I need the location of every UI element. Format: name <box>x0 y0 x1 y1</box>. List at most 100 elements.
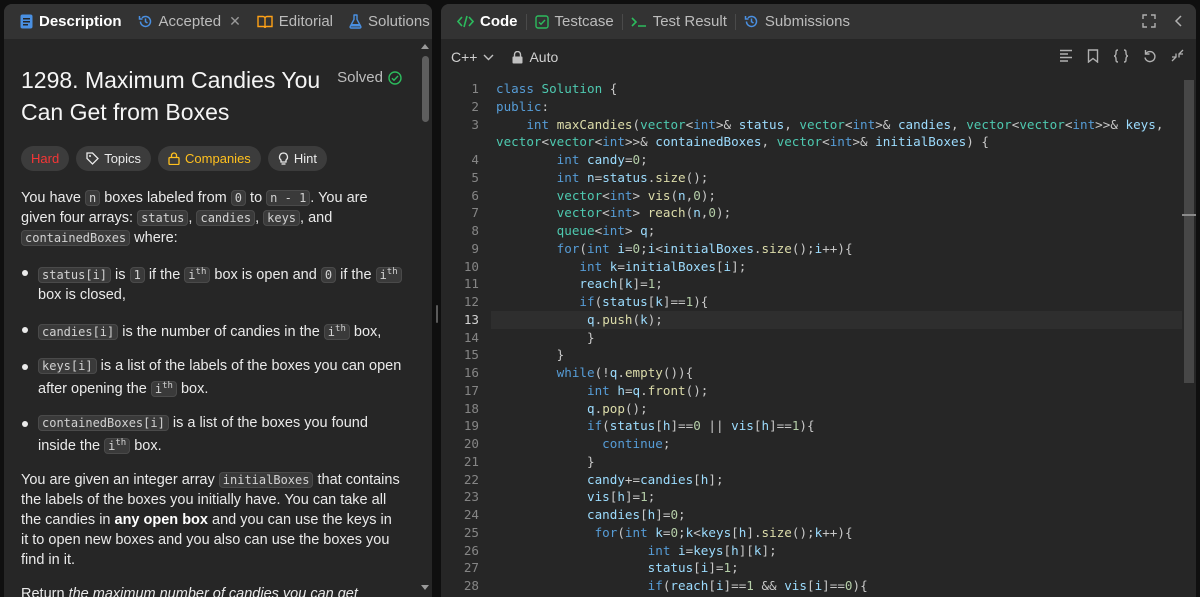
tab-submissions[interactable]: Submissions <box>736 4 858 39</box>
line-number: 11 <box>463 276 479 292</box>
code-line[interactable]: 25 for(int k=0;k<keys[h].size();k++){ <box>441 524 1196 542</box>
tab-code[interactable]: Code <box>449 4 526 39</box>
code-text[interactable]: for(int i=0;i<initialBoxes.size();i++){ <box>496 240 853 258</box>
code-line[interactable]: 23 vis[h]=1; <box>441 488 1196 506</box>
close-icon[interactable]: ✕ <box>229 13 241 30</box>
code-text[interactable]: while(!q.empty()){ <box>496 364 694 382</box>
code-text[interactable]: vector<int> reach(n,0); <box>496 204 731 222</box>
topics-button[interactable]: Topics <box>76 146 152 171</box>
code-line[interactable]: vector<vector<int>>& containedBoxes, vec… <box>441 133 1196 151</box>
tab-accepted[interactable]: Accepted ✕ <box>130 4 249 39</box>
code-text[interactable]: } <box>496 453 595 471</box>
code-text[interactable]: if(status[k]==1){ <box>496 293 708 311</box>
code-line[interactable]: 11 reach[k]=1; <box>441 275 1196 293</box>
tab-label: Description <box>39 13 122 30</box>
code-text[interactable]: continue; <box>496 435 670 453</box>
code-text[interactable]: vector<vector<int>>& containedBoxes, vec… <box>496 133 989 151</box>
code-line[interactable]: 10 int k=initialBoxes[i]; <box>441 258 1196 276</box>
code-line[interactable]: 18 q.pop(); <box>441 400 1196 418</box>
code-text[interactable]: for(int k=0;k<keys[h].size();k++){ <box>496 524 853 542</box>
editor-scrollbar[interactable] <box>1182 80 1196 597</box>
code-line[interactable]: 5 int n=status.size(); <box>441 169 1196 187</box>
code-line[interactable]: 6 vector<int> vis(n,0); <box>441 187 1196 205</box>
language-select[interactable]: C++ <box>451 49 494 65</box>
code-text[interactable]: candy+=candies[h]; <box>496 471 724 489</box>
code-line[interactable]: 2 public: <box>441 98 1196 116</box>
flask-icon <box>349 14 362 29</box>
inline-code: initialBoxes <box>218 472 314 488</box>
panel-resize-handle[interactable] <box>436 305 438 323</box>
code-line[interactable]: 17 int h=q.front(); <box>441 382 1196 400</box>
code-text[interactable]: vector<int> vis(n,0); <box>496 187 716 205</box>
scroll-down-icon[interactable] <box>421 585 429 590</box>
code-text[interactable]: } <box>496 329 595 347</box>
code-line[interactable]: 16 while(!q.empty()){ <box>441 364 1196 382</box>
code-text[interactable]: q.push(k); <box>496 311 663 329</box>
tab-testcase[interactable]: Testcase <box>527 4 622 39</box>
code-text[interactable]: queue<int> q; <box>496 222 656 240</box>
line-number: 6 <box>471 187 479 203</box>
code-text[interactable]: int n=status.size(); <box>496 169 709 187</box>
minimize-icon[interactable] <box>1171 49 1184 62</box>
code-text[interactable]: vis[h]=1; <box>496 488 655 506</box>
format-icon[interactable] <box>1059 49 1073 62</box>
chevron-left-icon[interactable] <box>1174 14 1184 28</box>
code-line[interactable]: 20 continue; <box>441 435 1196 453</box>
description-icon <box>20 14 33 29</box>
code-text[interactable]: public: <box>496 98 549 116</box>
code-text[interactable]: reach[k]=1; <box>496 275 662 293</box>
code-text[interactable]: if(reach[i]==1 && vis[i]==0){ <box>496 577 868 595</box>
scroll-up-icon[interactable] <box>421 44 429 49</box>
desc-paragraph-3: Return the maximum number of candies you… <box>21 584 402 597</box>
code-text[interactable]: int i=keys[h][k]; <box>496 542 777 560</box>
description-scrollbar[interactable] <box>418 39 432 597</box>
code-line[interactable]: 15 } <box>441 346 1196 364</box>
scrollbar-thumb[interactable] <box>422 56 429 122</box>
code-line[interactable]: 13 q.push(k); <box>441 310 1196 329</box>
line-number: 23 <box>463 489 479 505</box>
reset-icon[interactable] <box>1143 49 1157 63</box>
code-line[interactable]: 9 for(int i=0;i<initialBoxes.size();i++)… <box>441 240 1196 258</box>
code-text[interactable]: } <box>496 346 565 364</box>
inline-code: n - 1 <box>266 190 311 206</box>
code-text[interactable]: if(status[h]==0 || vis[h]==1){ <box>496 417 815 435</box>
code-text[interactable]: int maxCandies(vector<int>& status, vect… <box>496 116 1163 134</box>
code-line[interactable]: 26 int i=keys[h][k]; <box>441 542 1196 560</box>
problem-title[interactable]: 1298. Maximum Candies You Can Get from B… <box>21 64 337 128</box>
tab-test-result[interactable]: Test Result <box>623 4 735 39</box>
code-text[interactable]: int h=q.front(); <box>496 382 708 400</box>
code-line[interactable]: 22 candy+=candies[h]; <box>441 471 1196 489</box>
companies-button[interactable]: Companies <box>158 146 261 171</box>
code-line[interactable]: 3 int maxCandies(vector<int>& status, ve… <box>441 116 1196 134</box>
code-editor[interactable]: 1 class Solution {2 public: 3 int maxCandie… <box>441 80 1196 597</box>
code-line[interactable]: 1 class Solution { <box>441 80 1196 98</box>
line-number: 8 <box>471 223 479 238</box>
code-line[interactable]: 28 if(reach[i]==1 && vis[i]==0){ <box>441 577 1196 595</box>
braces-icon[interactable] <box>1113 49 1129 63</box>
code-line[interactable]: 7 vector<int> reach(n,0); <box>441 204 1196 222</box>
code-line[interactable]: 4 int candy=0; <box>441 151 1196 169</box>
code-lines[interactable]: 1 class Solution {2 public: 3 int maxCandie… <box>441 80 1196 595</box>
code-text[interactable]: q.pop(); <box>496 400 648 418</box>
bookmark-icon[interactable] <box>1087 49 1099 63</box>
editor-tools <box>1059 49 1184 63</box>
tab-editorial[interactable]: Editorial <box>249 4 341 39</box>
code-line[interactable]: 21 } <box>441 453 1196 471</box>
code-line[interactable]: 8 queue<int> q; <box>441 222 1196 240</box>
tab-description[interactable]: Description <box>12 4 130 39</box>
code-text[interactable]: status[i]=1; <box>496 559 739 577</box>
code-line[interactable]: 12 if(status[k]==1){ <box>441 293 1196 311</box>
code-line[interactable]: 14 } <box>441 329 1196 347</box>
code-text[interactable]: candies[h]=0; <box>496 506 686 524</box>
code-text[interactable]: int candy=0; <box>496 151 648 169</box>
hint-button[interactable]: Hint <box>267 146 327 171</box>
code-line[interactable]: 19 if(status[h]==0 || vis[h]==1){ <box>441 417 1196 435</box>
code-text[interactable]: class Solution { <box>496 80 617 98</box>
code-line[interactable]: 24 candies[h]=0; <box>441 506 1196 524</box>
scrollbar-thumb[interactable] <box>1184 80 1194 383</box>
code-text[interactable]: int k=initialBoxes[i]; <box>496 258 746 276</box>
maximize-icon[interactable] <box>1142 14 1156 28</box>
auto-mode[interactable]: Auto <box>512 49 558 65</box>
code-line[interactable]: 27 status[i]=1; <box>441 559 1196 577</box>
tab-solutions[interactable]: Solutions <box>341 4 432 39</box>
